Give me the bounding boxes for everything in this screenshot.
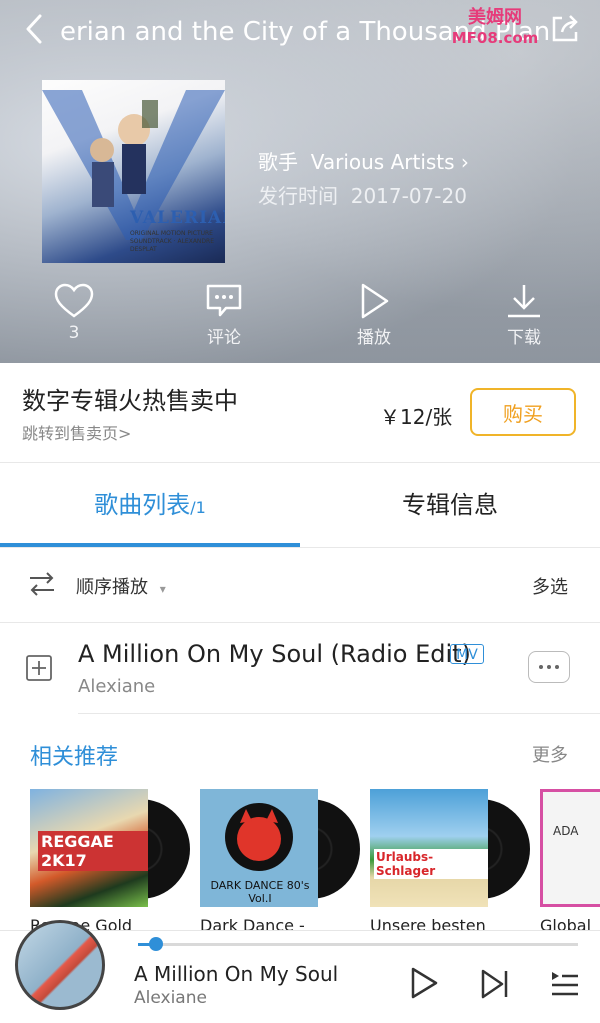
album-art: Urlaubs-Schlager xyxy=(370,789,488,907)
playlist-button[interactable] xyxy=(550,968,580,1004)
play-all-button[interactable]: 播放 xyxy=(324,283,424,348)
album-art-text: Urlaubs-Schlager xyxy=(374,849,488,879)
recommend-album-card[interactable]: Urlaubs-Schlager Unsere besten xyxy=(370,789,530,939)
divider xyxy=(78,713,600,714)
progress-knob[interactable] xyxy=(149,937,163,951)
play-order-text: 顺序播放 xyxy=(76,577,148,598)
mv-badge[interactable]: MV xyxy=(450,644,484,664)
download-icon xyxy=(508,285,540,318)
album-art: REGGAE 2K17 xyxy=(30,789,148,907)
back-arrow-icon xyxy=(26,14,42,44)
sequence-icon xyxy=(30,572,54,596)
song-more-button[interactable] xyxy=(528,651,570,683)
add-song-button[interactable] xyxy=(26,655,52,685)
like-count: 3 xyxy=(68,323,80,343)
multi-select-button[interactable]: 多选 xyxy=(532,573,568,599)
comment-button[interactable]: 评论 xyxy=(174,283,274,348)
artist-label: 歌手 xyxy=(258,150,298,174)
comment-icon xyxy=(206,284,242,317)
tab-album-info[interactable]: 专辑信息 xyxy=(300,485,600,520)
like-button[interactable]: 3 xyxy=(24,283,124,343)
chevron-right-icon: › xyxy=(460,150,469,174)
share-button[interactable] xyxy=(548,12,582,46)
chevron-down-icon: ▾ xyxy=(159,582,166,596)
recommend-album-card[interactable]: ADA Global xyxy=(540,789,600,939)
sale-page-link[interactable]: 跳转到售卖页> xyxy=(22,420,131,444)
song-count: /1 xyxy=(190,498,206,517)
recommend-album-card[interactable]: DARK DANCE 80's Vol.I Dark Dance - xyxy=(200,789,360,939)
play-order-label[interactable]: 顺序播放 ▾ xyxy=(76,573,166,599)
tab-song-list-label: 歌曲列表 xyxy=(94,491,191,519)
play-order-toggle[interactable] xyxy=(28,570,56,602)
now-playing-artist: Alexiane xyxy=(134,988,207,1008)
divider xyxy=(0,462,600,463)
tab-song-list[interactable]: 歌曲列表/1 xyxy=(0,485,300,520)
playlist-icon xyxy=(552,972,578,996)
heart-icon xyxy=(54,283,94,318)
album-price: ￥12/张 xyxy=(380,405,453,429)
release-date: 发行时间 2017-07-20 xyxy=(258,180,467,209)
song-artist: Alexiane xyxy=(78,676,156,697)
player-play-button[interactable] xyxy=(408,966,440,1004)
share-icon xyxy=(552,15,578,42)
download-label: 下载 xyxy=(507,328,541,348)
cover-subtitle: ORIGINAL MOTION PICTURE SOUNDTRACK · ALE… xyxy=(130,230,214,253)
now-playing-art[interactable] xyxy=(15,920,105,1010)
comment-label: 评论 xyxy=(207,328,241,348)
album-art: DARK DANCE 80's Vol.I xyxy=(200,789,318,907)
album-art-text: DARK DANCE 80's Vol.I xyxy=(210,879,310,905)
play-icon xyxy=(361,283,389,319)
progress-track[interactable] xyxy=(138,943,578,946)
album-cover[interactable]: VALERIAN ORIGINAL MOTION PICTURE SOUNDTR… xyxy=(42,80,225,263)
artist-name: Various Artists xyxy=(310,150,455,174)
recommend-album-card[interactable]: REGGAE 2K17 Reggae Gold xyxy=(30,789,190,939)
download-button[interactable]: 下载 xyxy=(474,283,574,348)
album-art: ADA xyxy=(540,789,600,907)
devil-cat-icon xyxy=(225,803,293,871)
player-next-button[interactable] xyxy=(480,968,510,1004)
related-more-link[interactable]: 更多 xyxy=(532,741,568,767)
back-button[interactable] xyxy=(18,12,52,46)
buy-button[interactable]: 购买 xyxy=(470,388,576,436)
now-playing-title: A Million On My Soul xyxy=(134,962,339,986)
more-dots-icon xyxy=(539,665,559,669)
song-title[interactable]: A Million On My Soul (Radio Edit) xyxy=(78,640,471,668)
related-title: 相关推荐 xyxy=(30,745,119,770)
play-label: 播放 xyxy=(357,328,391,348)
watermark-logo: 美姆网 MF08.com xyxy=(451,7,539,48)
album-art-text: ADA xyxy=(553,824,579,838)
divider xyxy=(0,622,600,623)
artist-link[interactable]: 歌手 Various Artists › xyxy=(258,146,469,175)
digital-album-title: 数字专辑火热售卖中 xyxy=(22,387,238,415)
divider xyxy=(0,547,600,548)
skip-next-icon xyxy=(481,969,508,999)
play-icon xyxy=(411,967,438,999)
album-art-text: REGGAE 2K17 xyxy=(38,831,148,871)
release-value: 2017-07-20 xyxy=(350,184,467,208)
cover-title: VALERIAN xyxy=(130,208,225,228)
plus-square-icon xyxy=(26,655,52,681)
release-label: 发行时间 xyxy=(258,184,338,208)
